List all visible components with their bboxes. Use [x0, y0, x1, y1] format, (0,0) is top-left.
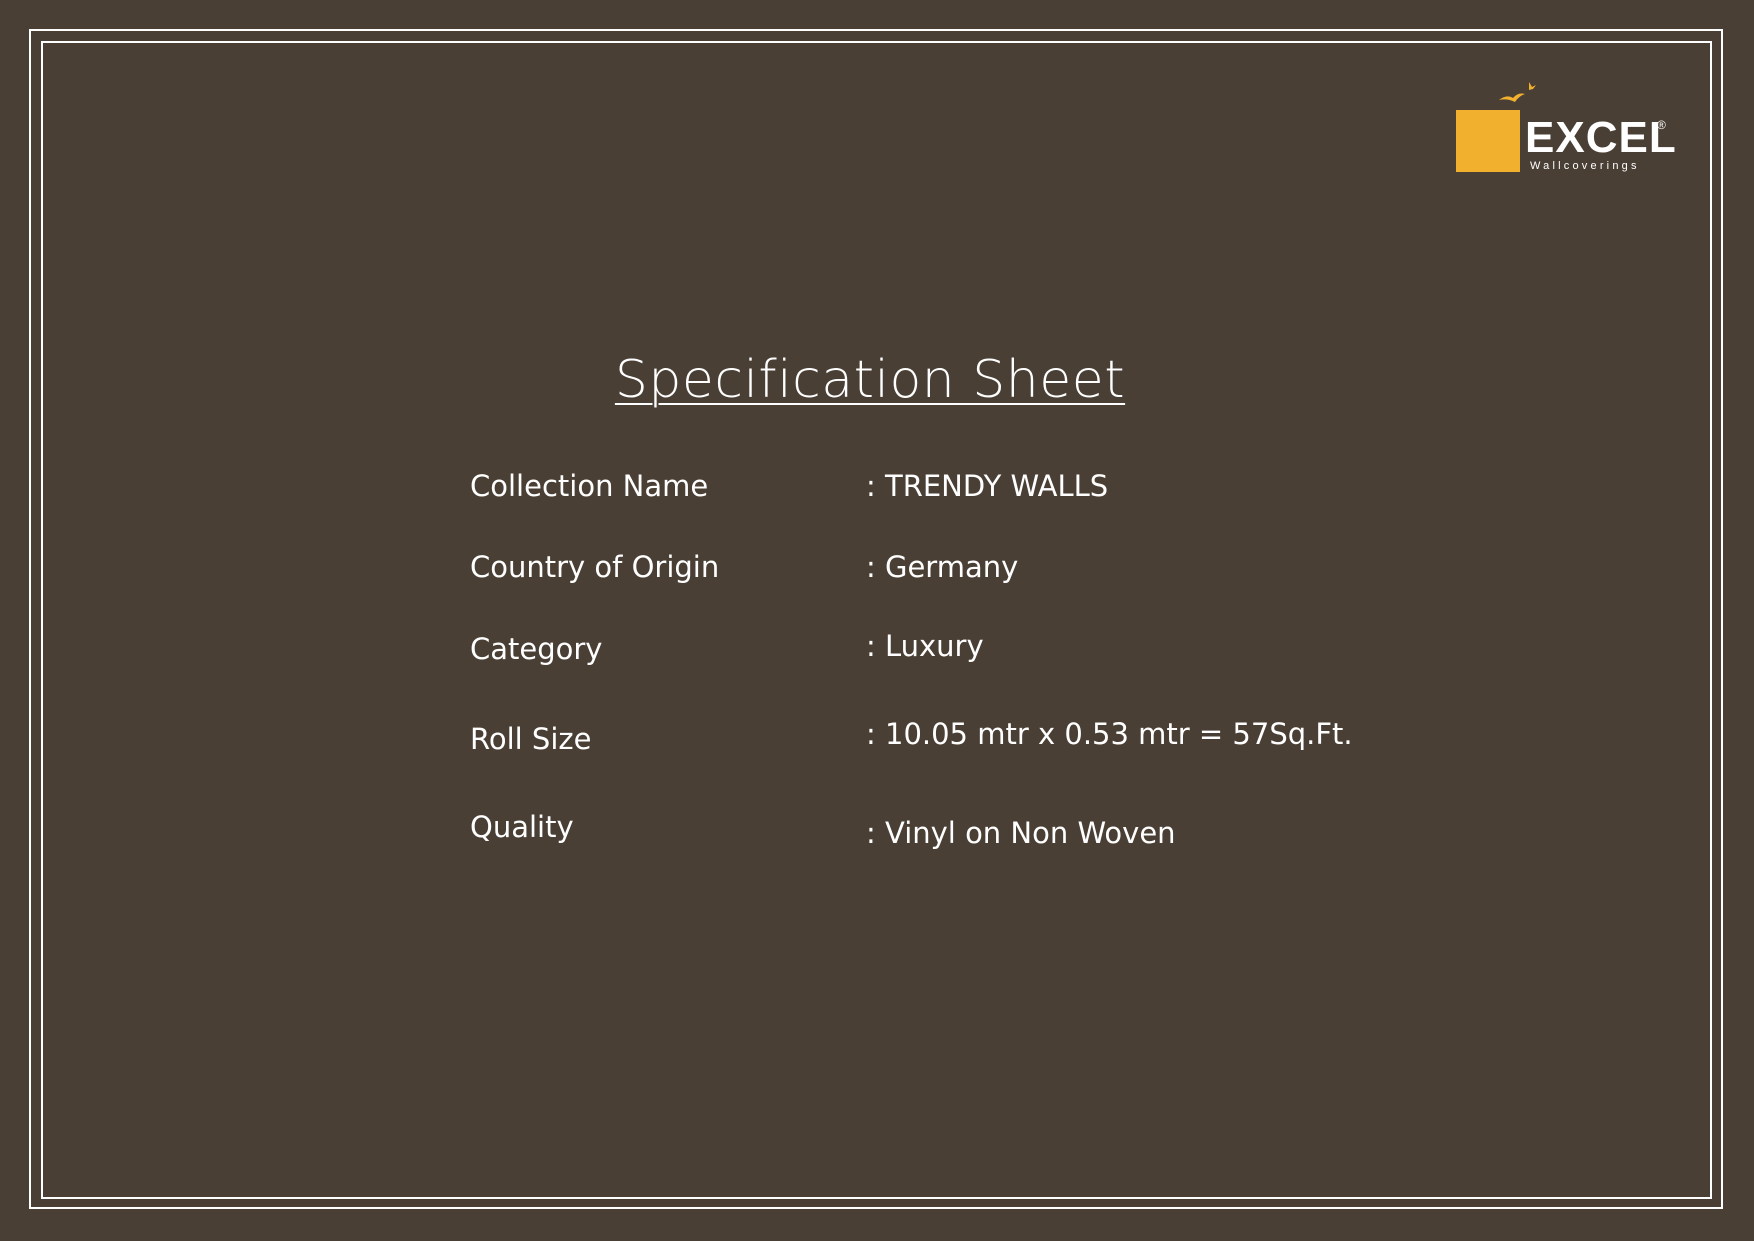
registered-mark: ® [1657, 118, 1666, 132]
spec-sheet-page: EXCEL ® Wallcoverings Specification Shee… [0, 0, 1754, 1241]
spec-label-collection: Collection Name [470, 469, 709, 503]
spec-label-quality: Quality [470, 810, 574, 844]
spec-value-collection: : TRENDY WALLS [866, 469, 1109, 503]
spec-value-origin: : Germany [866, 550, 1019, 584]
spec-label-category: Category [470, 632, 603, 666]
brand-tagline: Wallcoverings [1530, 160, 1640, 172]
brand-name: EXCEL [1525, 113, 1677, 162]
spec-label-origin: Country of Origin [470, 550, 720, 584]
brand-logo: EXCEL ® Wallcoverings [1455, 78, 1677, 178]
spec-value-quality: : Vinyl on Non Woven [866, 816, 1176, 850]
page-title: Specification Sheet [614, 350, 1126, 410]
spec-value-roll-size: : 10.05 mtr x 0.53 mtr = 57Sq.Ft. [866, 717, 1353, 751]
spec-label-roll-size: Roll Size [470, 722, 592, 756]
spec-value-category: : Luxury [866, 629, 984, 663]
logo-square [1456, 110, 1520, 172]
inner-border [41, 41, 1712, 1199]
